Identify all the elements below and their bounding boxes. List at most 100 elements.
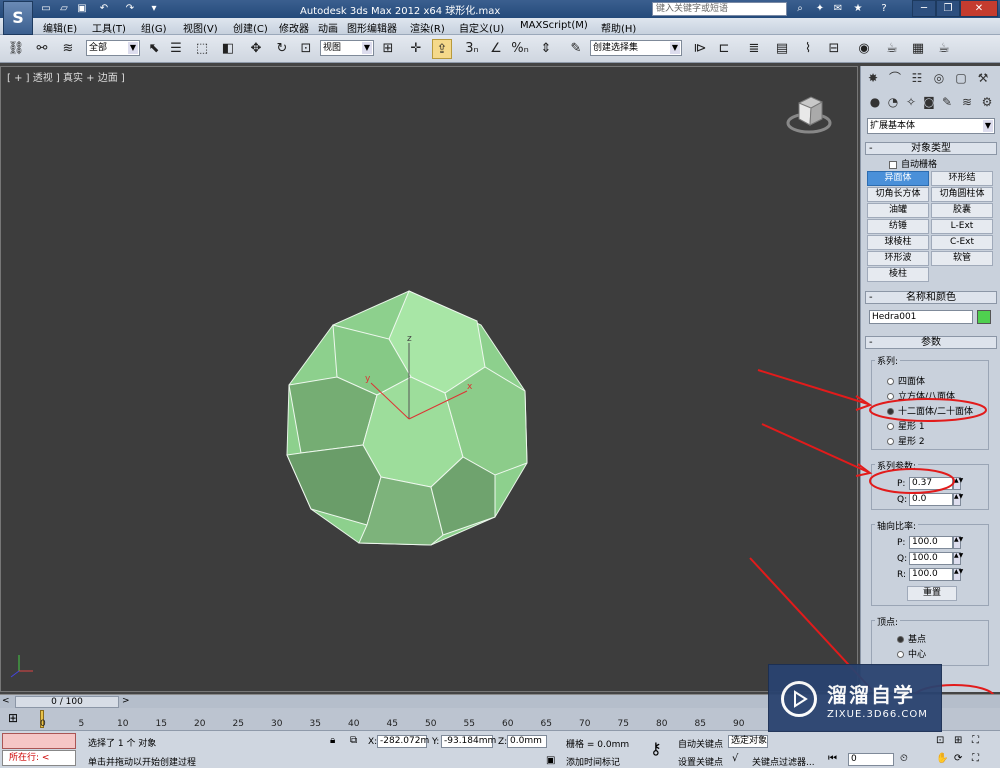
open-file-icon[interactable]: ▱ bbox=[56, 2, 72, 16]
link-icon[interactable]: ⛓ bbox=[6, 39, 26, 59]
chamfer-cyl-button[interactable]: 切角圆柱体 bbox=[931, 187, 993, 202]
menu-create[interactable]: 创建(C) bbox=[233, 20, 268, 35]
menu-help[interactable]: 帮助(H) bbox=[601, 20, 636, 35]
rotate-icon[interactable]: ↻ bbox=[272, 39, 292, 59]
scale-icon[interactable]: ⊡ bbox=[296, 39, 316, 59]
material-editor-icon[interactable]: ◉ bbox=[854, 39, 874, 59]
key-mode-dropdown[interactable]: 选定对象 bbox=[728, 735, 768, 748]
lights-icon[interactable]: ✧ bbox=[901, 92, 921, 112]
undo-icon[interactable]: ↶ bbox=[96, 2, 112, 16]
field-of-view-icon[interactable]: ⛶ bbox=[972, 735, 979, 746]
move-icon[interactable]: ✥ bbox=[246, 39, 266, 59]
snaps-toggle-icon[interactable]: 3ₙ bbox=[462, 39, 482, 59]
hose-button[interactable]: 软管 bbox=[931, 251, 993, 266]
torus-knot-button[interactable]: 环形结 bbox=[931, 171, 993, 186]
unlink-icon[interactable]: ⚯ bbox=[32, 39, 52, 59]
geometry-icon[interactable]: ● bbox=[865, 92, 885, 112]
save-file-icon[interactable]: ▣ bbox=[74, 2, 90, 16]
menu-group[interactable]: 组(G) bbox=[141, 20, 167, 35]
autogrid-checkbox[interactable]: 自动栅格 bbox=[889, 157, 937, 170]
maxscript-listener[interactable] bbox=[2, 733, 76, 749]
spacewarps-icon[interactable]: ≋ bbox=[957, 92, 977, 112]
binoculars-icon[interactable]: ⌕ bbox=[792, 2, 808, 16]
key-tangent-icon[interactable]: √ bbox=[732, 753, 738, 764]
window-crossing-icon[interactable]: ◧ bbox=[218, 39, 238, 59]
close-button[interactable]: ✕ bbox=[960, 0, 998, 17]
name-color-rollout[interactable]: - 名称和颜色 bbox=[865, 291, 997, 304]
schematic-view-icon[interactable]: ⊟ bbox=[824, 39, 844, 59]
prism-button[interactable]: 棱柱 bbox=[867, 267, 929, 282]
go-to-start-icon[interactable]: ⏮ bbox=[828, 753, 837, 764]
menu-customize[interactable]: 自定义(U) bbox=[459, 20, 504, 35]
lock-icon[interactable]: 🔒︎ bbox=[330, 735, 335, 746]
angle-snap-icon[interactable]: ∠ bbox=[486, 39, 506, 59]
app-logo[interactable]: S bbox=[3, 1, 33, 35]
edit-named-selection-icon[interactable]: ✎ bbox=[566, 39, 586, 59]
gengon-button[interactable]: 球棱柱 bbox=[867, 235, 929, 250]
menu-tools[interactable]: 工具(T) bbox=[92, 20, 126, 35]
search-input[interactable]: 键入关键字或短语 bbox=[652, 2, 787, 16]
motion-tab-icon[interactable]: ◎ bbox=[929, 68, 949, 88]
menu-rendering[interactable]: 渲染(R) bbox=[410, 20, 445, 35]
menu-graph-editors[interactable]: 图形编辑器 bbox=[347, 20, 397, 35]
pivot-center-icon[interactable]: ⊞ bbox=[378, 39, 398, 59]
oiltank-button[interactable]: 油罐 bbox=[867, 203, 929, 218]
bind-space-warp-icon[interactable]: ≋ bbox=[58, 39, 78, 59]
menu-animation[interactable]: 动画 bbox=[318, 20, 338, 35]
hedra-button[interactable]: 异面体 bbox=[867, 171, 929, 186]
x-coordinate-field[interactable]: -282.072m bbox=[377, 735, 429, 748]
shapes-icon[interactable]: ◔ bbox=[883, 92, 903, 112]
utilities-tab-icon[interactable]: ⚒ bbox=[973, 68, 993, 88]
systems-icon[interactable]: ⚙ bbox=[977, 92, 997, 112]
viewport-label[interactable]: [ + ] 透视 ] 真实 + 边面 ] bbox=[7, 69, 125, 84]
cameras-icon[interactable]: ◙ bbox=[919, 92, 939, 112]
c-ext-button[interactable]: C-Ext bbox=[931, 235, 993, 250]
pan-icon[interactable]: ✋ bbox=[936, 753, 948, 764]
percent-snap-icon[interactable]: %ₙ bbox=[510, 39, 530, 59]
object-color-swatch[interactable] bbox=[977, 310, 991, 324]
menu-maxscript[interactable]: MAXScript(M) bbox=[520, 20, 588, 31]
rendered-frame-icon[interactable]: ▦ bbox=[908, 39, 928, 59]
set-key-button[interactable]: 设置关键点 bbox=[678, 755, 723, 768]
category-dropdown[interactable]: 扩展基本体 ▼ bbox=[867, 118, 995, 134]
keyboard-shortcut-override-icon[interactable]: ⇪ bbox=[432, 39, 452, 59]
time-slider-right-arrow[interactable]: > bbox=[122, 696, 130, 706]
hedra-object[interactable]: z y x bbox=[281, 287, 541, 547]
y-coordinate-field[interactable]: -93.184mm bbox=[441, 735, 496, 748]
rect-selection-icon[interactable]: ⬚ bbox=[192, 39, 212, 59]
display-tab-icon[interactable]: ▢ bbox=[951, 68, 971, 88]
quick-access-dropdown-icon[interactable]: ▾ bbox=[146, 2, 162, 16]
mirror-icon[interactable]: ⧐ bbox=[690, 39, 710, 59]
helpers-icon[interactable]: ✎ bbox=[937, 92, 957, 112]
key-filters-button[interactable]: 关键点过滤器... bbox=[752, 755, 815, 768]
time-config-icon[interactable]: ⏲ bbox=[900, 753, 908, 764]
graphite-ribbon-icon[interactable]: ▤ bbox=[772, 39, 792, 59]
render-setup-icon[interactable]: ☕ bbox=[882, 39, 902, 59]
zoom-extents-icon[interactable]: ⊡ bbox=[936, 735, 944, 746]
script-line-field[interactable]: 所在行: < bbox=[2, 750, 76, 766]
key-icon[interactable]: ⚷ bbox=[650, 739, 662, 758]
auto-key-button[interactable]: 自动关键点 bbox=[678, 737, 723, 750]
subscription-icon[interactable]: ✦ bbox=[812, 2, 828, 16]
time-tag-icon[interactable]: ▣ bbox=[546, 755, 555, 766]
reference-coord-dropdown[interactable]: 视图 ▼ bbox=[320, 40, 374, 56]
render-production-icon[interactable]: ☕ bbox=[934, 39, 954, 59]
communication-icon[interactable]: ✉ bbox=[830, 2, 846, 16]
viewcube-icon[interactable] bbox=[786, 91, 832, 137]
help-icon[interactable]: ? bbox=[876, 2, 892, 16]
l-ext-button[interactable]: L-Ext bbox=[931, 219, 993, 234]
select-manipulate-icon[interactable]: ✛ bbox=[406, 39, 426, 59]
maximize-button[interactable]: ❐ bbox=[936, 0, 960, 17]
selection-filter-dropdown[interactable]: 全部 ▼ bbox=[86, 40, 140, 56]
absolute-mode-icon[interactable]: ⧉ bbox=[350, 735, 357, 746]
time-slider-thumb[interactable]: 0 / 100 bbox=[15, 696, 119, 708]
perspective-viewport[interactable]: [ + ] 透视 ] 真实 + 边面 ] z y x bbox=[0, 66, 858, 692]
z-coordinate-field[interactable]: 0.0mm bbox=[507, 735, 547, 748]
named-selection-dropdown[interactable]: 创建选择集 ▼ bbox=[590, 40, 682, 56]
menu-edit[interactable]: 编辑(E) bbox=[43, 20, 77, 35]
current-frame-field[interactable]: 0 bbox=[848, 753, 894, 766]
add-time-tag[interactable]: 添加时间标记 bbox=[566, 755, 620, 768]
favorites-icon[interactable]: ★ bbox=[850, 2, 866, 16]
menu-views[interactable]: 视图(V) bbox=[183, 20, 218, 35]
orbit-icon[interactable]: ⟳ bbox=[954, 753, 962, 764]
